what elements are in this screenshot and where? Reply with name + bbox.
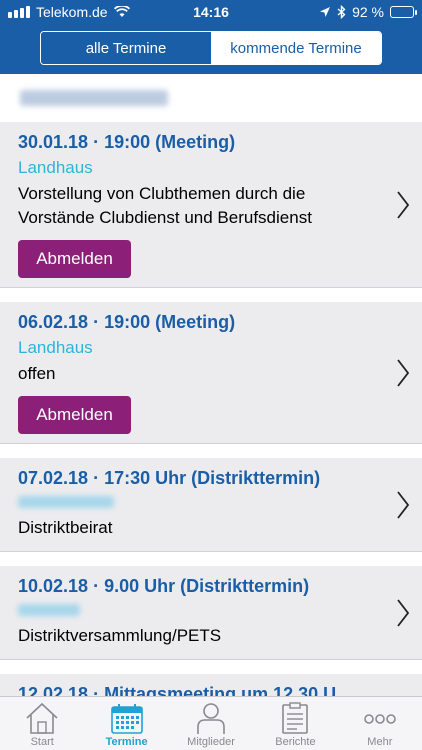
- location-arrow-icon: [320, 7, 331, 17]
- tab-start[interactable]: Start: [0, 697, 84, 750]
- blurred-location: [18, 604, 80, 616]
- more-icon: [364, 714, 396, 724]
- battery-percent: 92 %: [352, 4, 384, 20]
- event-description: Distriktbeirat: [18, 518, 113, 537]
- event-card[interactable]: 30.01.18 · 19:00 (Meeting) Landhaus Vors…: [0, 122, 422, 288]
- person-icon: [197, 703, 225, 734]
- chevron-right-icon: [397, 359, 410, 387]
- event-location: Landhaus: [18, 338, 93, 357]
- blurred-banner: [0, 74, 422, 122]
- chevron-right-icon: [397, 599, 410, 627]
- battery-icon: [390, 6, 417, 18]
- bluetooth-icon: [337, 5, 346, 19]
- event-date: 12.02.18 · Mittagsmeeting um 12.30 U: [18, 684, 337, 696]
- tab-mitglieder[interactable]: Mitglieder: [169, 697, 253, 750]
- calendar-icon: [110, 704, 143, 734]
- tab-label: Mitglieder: [187, 736, 235, 748]
- tab-mehr[interactable]: Mehr: [338, 697, 422, 750]
- status-right: 92 %: [319, 4, 417, 20]
- event-date: 30.01.18 · 19:00 (Meeting): [18, 132, 236, 152]
- unregister-button[interactable]: Abmelden: [18, 240, 131, 278]
- separator: [0, 660, 422, 674]
- tab-label: Berichte: [275, 736, 316, 748]
- chevron-right-icon: [397, 191, 410, 219]
- event-location: Landhaus: [18, 158, 93, 177]
- segment-upcoming-events[interactable]: kommende Termine: [211, 32, 381, 64]
- tab-berichte[interactable]: Berichte: [253, 697, 337, 750]
- unregister-button[interactable]: Abmelden: [18, 396, 131, 434]
- event-card[interactable]: 10.02.18 · 9.00 Uhr (Distrikttermin) Dis…: [0, 566, 422, 660]
- event-description: Distriktversammlung/PETS: [18, 626, 222, 645]
- event-date: 10.02.18 · 9.00 Uhr (Distrikttermin): [18, 576, 310, 596]
- segmented-control: alle Termine kommende Termine: [40, 31, 382, 65]
- event-card[interactable]: 07.02.18 · 17:30 Uhr (Distrikttermin) Di…: [0, 458, 422, 552]
- blurred-location: [18, 496, 114, 508]
- event-description: Vorstellung von Clubthemen durch die Vor…: [18, 184, 312, 227]
- event-description: offen: [18, 364, 56, 383]
- tab-termine[interactable]: Termine: [84, 697, 168, 750]
- event-date: 06.02.18 · 19:00 (Meeting): [18, 312, 236, 332]
- tab-label: Termine: [105, 736, 148, 748]
- event-card[interactable]: 12.02.18 · Mittagsmeeting um 12.30 U: [0, 674, 422, 696]
- app-header: Telekom.de 14:16 92 % alle Termine komme…: [0, 0, 422, 74]
- separator: [0, 552, 422, 566]
- separator: [0, 444, 422, 458]
- tab-label: Start: [30, 736, 54, 748]
- event-card[interactable]: 06.02.18 · 19:00 (Meeting) Landhaus offe…: [0, 302, 422, 444]
- chevron-right-icon: [397, 491, 410, 519]
- home-icon: [26, 702, 58, 734]
- separator: [0, 288, 422, 302]
- tab-label: Mehr: [367, 736, 393, 748]
- status-bar: Telekom.de 14:16 92 %: [0, 0, 422, 24]
- tab-bar: Start Termine Mitglieder Berichte Mehr: [0, 696, 422, 750]
- segment-all-events[interactable]: alle Termine: [41, 32, 211, 64]
- blurred-text: [20, 90, 168, 106]
- document-icon: [282, 702, 309, 734]
- event-list: 30.01.18 · 19:00 (Meeting) Landhaus Vors…: [0, 122, 422, 696]
- event-date: 07.02.18 · 17:30 Uhr (Distrikttermin): [18, 468, 321, 488]
